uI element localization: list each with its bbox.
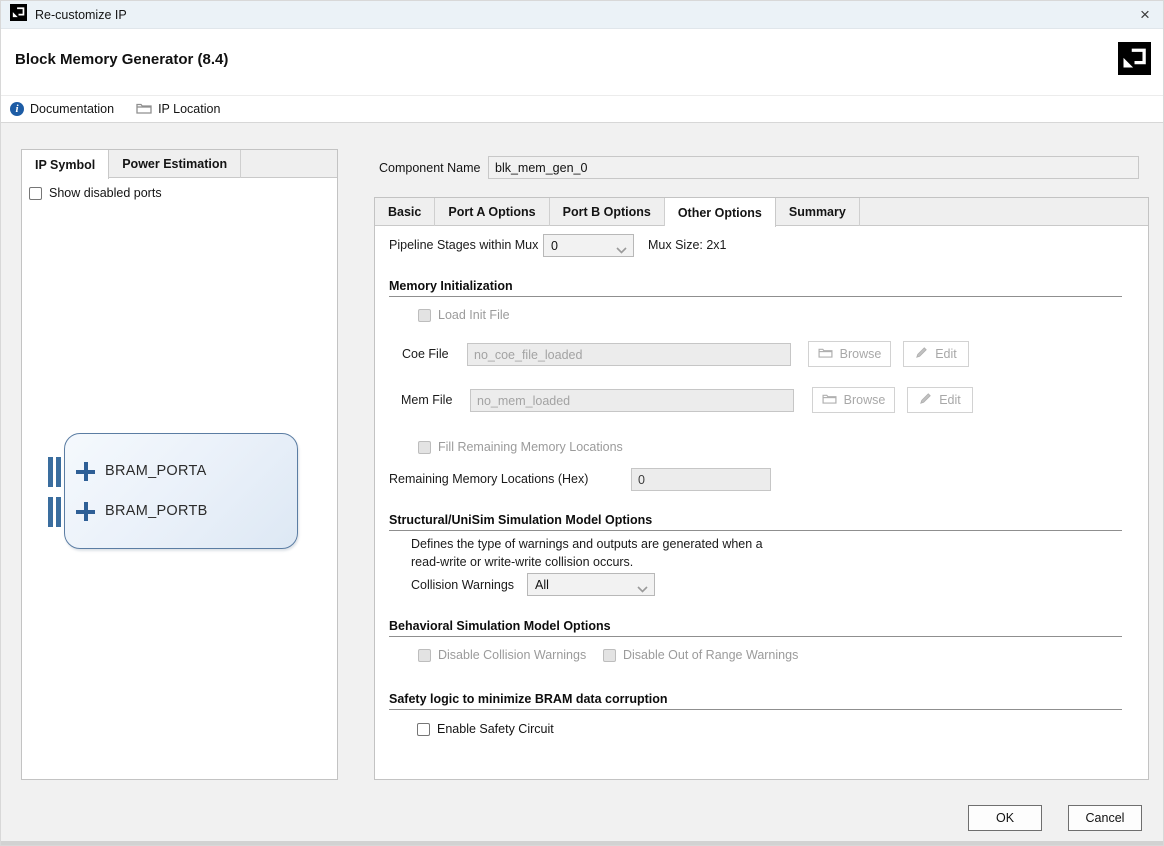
mem-file-input <box>470 389 794 412</box>
disable-out-of-range-label: Disable Out of Range Warnings <box>623 648 798 662</box>
mux-size-text: Mux Size: 2x1 <box>648 238 727 252</box>
ip-symbol-diagram: BRAM_PORTA BRAM_PORTB <box>64 433 298 549</box>
disable-collision-label: Disable Collision Warnings <box>438 648 586 662</box>
tab-summary[interactable]: Summary <box>776 198 860 226</box>
browse-label: Browse <box>844 393 886 407</box>
tab-other-options[interactable]: Other Options <box>665 198 776 227</box>
chevron-down-icon <box>637 582 648 596</box>
folder-icon <box>136 102 152 117</box>
bus-port-icon <box>48 457 61 487</box>
pencil-icon <box>915 346 928 362</box>
page-title: Block Memory Generator (8.4) <box>15 51 228 68</box>
documentation-button[interactable]: i Documentation <box>10 102 114 116</box>
fill-remaining-label: Fill Remaining Memory Locations <box>438 440 623 454</box>
show-disabled-ports-label: Show disabled ports <box>49 186 162 200</box>
load-init-file-row: Load Init File <box>418 308 510 322</box>
ip-location-label: IP Location <box>158 102 220 116</box>
memory-initialization-heading: Memory Initialization <box>389 279 513 293</box>
tab-basic[interactable]: Basic <box>375 198 435 226</box>
coe-file-label: Coe File <box>402 347 449 361</box>
collision-warnings-value: All <box>535 578 549 592</box>
ip-symbol-panel: IP Symbol Power Estimation Show disabled… <box>21 149 338 780</box>
window-title: Re-customize IP <box>35 8 127 22</box>
bram-porta-row: BRAM_PORTA <box>65 457 297 487</box>
show-disabled-ports-checkbox[interactable] <box>29 187 42 200</box>
collision-warnings-label: Collision Warnings <box>411 578 514 592</box>
dialog-toolbar: i Documentation IP Location <box>1 95 1164 123</box>
xilinx-logo-icon <box>1118 42 1151 80</box>
mem-file-label: Mem File <box>401 393 452 407</box>
fill-remaining-checkbox <box>418 441 431 454</box>
coe-browse-button: Browse <box>808 341 891 367</box>
tab-power-estimation[interactable]: Power Estimation <box>109 150 241 178</box>
section-divider <box>389 530 1122 531</box>
mem-edit-button: Edit <box>907 387 973 413</box>
chevron-down-icon <box>616 243 627 257</box>
remaining-hex-label: Remaining Memory Locations (Hex) <box>389 472 588 486</box>
port-label: BRAM_PORTB <box>105 503 208 519</box>
port-label: BRAM_PORTA <box>105 463 207 479</box>
tab-ip-symbol[interactable]: IP Symbol <box>22 150 109 179</box>
window-bottom-edge <box>1 841 1164 846</box>
title-bar: Re-customize IP × <box>1 1 1164 29</box>
edit-label: Edit <box>935 347 957 361</box>
tab-port-a-options[interactable]: Port A Options <box>435 198 549 226</box>
component-name-label: Component Name <box>379 161 480 175</box>
show-disabled-ports-row: Show disabled ports <box>29 186 162 200</box>
info-icon: i <box>10 102 24 116</box>
options-tabstrip: Basic Port A Options Port B Options Othe… <box>375 198 1148 226</box>
fill-remaining-row: Fill Remaining Memory Locations <box>418 440 623 454</box>
browse-label: Browse <box>840 347 882 361</box>
mem-browse-button: Browse <box>812 387 895 413</box>
structural-heading: Structural/UniSim Simulation Model Optio… <box>389 513 652 527</box>
dialog-header: Block Memory Generator (8.4) <box>1 29 1164 95</box>
options-panel: Basic Port A Options Port B Options Othe… <box>374 197 1149 780</box>
ok-button[interactable]: OK <box>968 805 1042 831</box>
load-init-file-checkbox <box>418 309 431 322</box>
pipeline-stages-dropdown[interactable]: 0 <box>543 234 634 257</box>
pipeline-stages-value: 0 <box>551 239 558 253</box>
section-divider <box>389 636 1122 637</box>
bus-port-icon <box>48 497 61 527</box>
disable-out-of-range-checkbox <box>603 649 616 662</box>
recustomize-ip-dialog: Re-customize IP × Block Memory Generator… <box>0 0 1164 846</box>
folder-icon <box>822 393 837 407</box>
disable-out-of-range-row: Disable Out of Range Warnings <box>603 648 798 662</box>
close-icon[interactable]: × <box>1131 1 1159 29</box>
section-divider <box>389 296 1122 297</box>
coe-file-input <box>467 343 791 366</box>
bram-portb-row: BRAM_PORTB <box>65 497 297 527</box>
edit-label: Edit <box>939 393 961 407</box>
tab-port-b-options[interactable]: Port B Options <box>550 198 665 226</box>
enable-safety-checkbox[interactable] <box>417 723 430 736</box>
behavioral-heading: Behavioral Simulation Model Options <box>389 619 611 633</box>
collision-warnings-dropdown[interactable]: All <box>527 573 655 596</box>
expand-plus-icon[interactable] <box>76 462 95 481</box>
safety-heading: Safety logic to minimize BRAM data corru… <box>389 692 668 706</box>
cancel-button[interactable]: Cancel <box>1068 805 1142 831</box>
component-name-input[interactable] <box>488 156 1139 179</box>
documentation-label: Documentation <box>30 102 114 116</box>
structural-description-line2: read-write or write-write collision occu… <box>411 555 633 569</box>
enable-safety-label: Enable Safety Circuit <box>437 722 554 736</box>
pencil-icon <box>919 392 932 408</box>
expand-plus-icon[interactable] <box>76 502 95 521</box>
remaining-hex-input <box>631 468 771 491</box>
ip-location-button[interactable]: IP Location <box>136 102 220 117</box>
enable-safety-row: Enable Safety Circuit <box>417 722 554 736</box>
left-tabstrip: IP Symbol Power Estimation <box>22 150 337 178</box>
folder-icon <box>818 347 833 361</box>
pipeline-stages-label: Pipeline Stages within Mux <box>389 238 538 252</box>
coe-edit-button: Edit <box>903 341 969 367</box>
structural-description-line1: Defines the type of warnings and outputs… <box>411 537 763 551</box>
xilinx-logo-icon <box>10 4 27 26</box>
section-divider <box>389 709 1122 710</box>
disable-collision-row: Disable Collision Warnings <box>418 648 586 662</box>
load-init-file-label: Load Init File <box>438 308 510 322</box>
disable-collision-checkbox <box>418 649 431 662</box>
